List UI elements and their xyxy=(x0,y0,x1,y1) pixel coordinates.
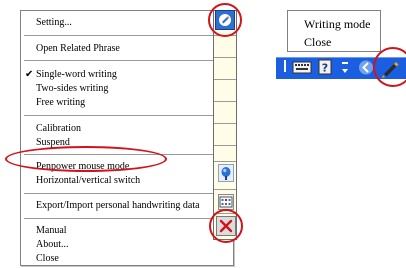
highlight-ring-mouse-mode xyxy=(5,146,167,172)
menu-item-export-import-handwriting[interactable]: Export/Import personal handwriting data xyxy=(21,198,233,213)
menu-item-two-sides-writing[interactable]: Two-sides writing xyxy=(21,81,233,96)
strip-row-line xyxy=(214,145,236,146)
menu-separator xyxy=(24,35,230,36)
menu-item-label: About... xyxy=(36,239,69,250)
grid-icon xyxy=(219,196,233,208)
menu-item-label: Export/Import personal handwriting data xyxy=(36,200,200,211)
menu-separator xyxy=(24,115,230,116)
menu-item-label: Close xyxy=(36,253,59,264)
highlight-ring-menu-button xyxy=(208,3,242,37)
chevron-left-icon xyxy=(359,60,373,75)
highlight-ring-close-button xyxy=(209,209,243,243)
tray-menu-item-writing-mode[interactable]: Writing mode xyxy=(304,17,371,31)
menu-item-label: Writing mode xyxy=(304,17,371,31)
menu-item-setting[interactable]: Setting... xyxy=(21,15,233,30)
menu-item-label: Manual xyxy=(36,225,67,236)
help-tray-button[interactable]: ? xyxy=(318,59,332,75)
menu-item-label: Single-word writing xyxy=(36,69,117,80)
grip-icon xyxy=(284,60,286,72)
menu-item-close[interactable]: Close xyxy=(21,251,233,266)
menu-item-horizontal-vertical-switch[interactable]: Horizontal/vertical switch xyxy=(21,173,233,188)
ime-tray-button[interactable] xyxy=(338,60,352,76)
menu-item-about[interactable]: About... xyxy=(21,237,233,252)
menu-item-label: Two-sides writing xyxy=(36,83,109,94)
tray-menu-item-close[interactable]: Close xyxy=(304,35,331,49)
check-icon: ✔ xyxy=(25,69,34,80)
menu-item-single-word-writing[interactable]: ✔ Single-word writing xyxy=(21,67,233,82)
back-tray-button[interactable] xyxy=(358,59,374,76)
menu-item-calibration[interactable]: Calibration xyxy=(21,121,233,136)
menu-separator xyxy=(24,60,230,61)
svg-text:?: ? xyxy=(322,62,328,75)
menu-item-free-writing[interactable]: Free writing xyxy=(21,95,233,110)
menu-item-label: Free writing xyxy=(36,97,86,108)
menu-item-open-related-phrase[interactable]: Open Related Phrase xyxy=(21,41,233,56)
strip-row-line xyxy=(214,123,236,124)
horizontal-vertical-button[interactable] xyxy=(218,164,234,182)
context-menu: Setting... Open Related Phrase ✔ Single-… xyxy=(20,10,234,266)
menu-item-label: Open Related Phrase xyxy=(36,43,120,54)
pin-icon xyxy=(221,167,231,180)
strip-row-line xyxy=(214,57,236,58)
taskbar-handle xyxy=(282,59,288,73)
menu-separator xyxy=(24,218,230,219)
menu-item-label: Setting... xyxy=(36,17,72,28)
strip-row-line xyxy=(214,101,236,102)
strip-row-line xyxy=(214,161,236,162)
dash-arrow-icon xyxy=(342,62,348,73)
tray-menu: Writing mode Close xyxy=(287,10,381,52)
menu-separator xyxy=(24,193,230,194)
keyboard-tray-button[interactable] xyxy=(292,60,312,75)
menu-item-manual[interactable]: Manual xyxy=(21,223,233,238)
help-icon: ? xyxy=(318,59,332,75)
handwriting-data-button[interactable] xyxy=(218,194,234,210)
strip-row-line xyxy=(214,189,236,190)
keyboard-icon xyxy=(292,61,312,74)
menu-item-label: Calibration xyxy=(36,123,81,134)
menu-item-label: Close xyxy=(304,35,332,49)
menu-item-label: Horizontal/vertical switch xyxy=(36,175,141,186)
highlight-ring-tray-pen xyxy=(373,47,406,87)
strip-row-line xyxy=(214,79,236,80)
